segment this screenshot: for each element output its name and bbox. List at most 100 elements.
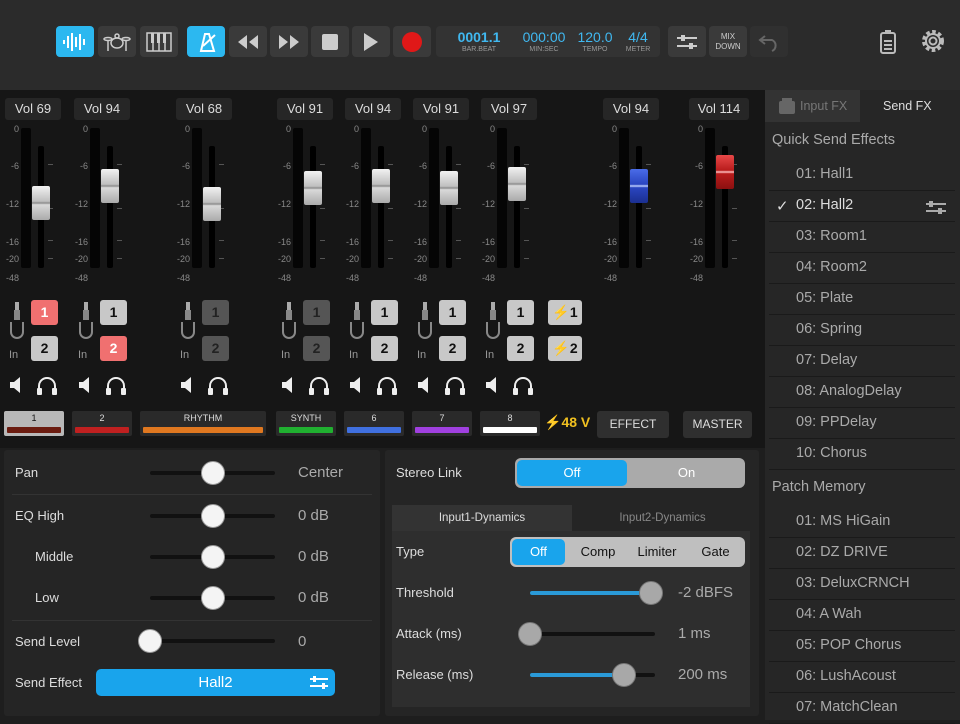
slider-knob[interactable]: [200, 504, 225, 528]
volume-fader-knob[interactable]: [101, 168, 119, 203]
headphones-icon[interactable]: [207, 376, 228, 396]
volume-fader-knob[interactable]: [304, 170, 322, 205]
input-1-button[interactable]: 1: [507, 300, 534, 325]
list-item[interactable]: 04: Room2: [796, 259, 946, 275]
volume-fader-knob[interactable]: [203, 186, 221, 221]
input-2-button[interactable]: 2: [202, 336, 229, 361]
slider-knob[interactable]: [611, 663, 636, 687]
list-item[interactable]: 08: AnalogDelay: [796, 383, 946, 399]
list-item[interactable]: 05: Plate: [796, 290, 946, 306]
tab-input1-dynamics[interactable]: Input1-Dynamics: [392, 505, 572, 531]
input-1-button[interactable]: 1: [303, 300, 330, 325]
channel-select-button[interactable]: 2: [72, 411, 132, 436]
channel-select-button[interactable]: 6: [344, 411, 404, 436]
list-item[interactable]: 04: A Wah: [796, 606, 946, 622]
volume-fader-knob[interactable]: [440, 170, 458, 205]
slider-knob[interactable]: [138, 629, 162, 653]
phantom-48v-indicator[interactable]: ⚡48 V: [544, 414, 590, 431]
speaker-icon[interactable]: [417, 376, 437, 396]
input-2-button[interactable]: 2: [303, 336, 330, 361]
dynamics-type-selector[interactable]: Off Comp Limiter Gate: [510, 537, 745, 567]
channel-select-button[interactable]: 8: [480, 411, 540, 436]
phantom-input-1-button[interactable]: ⚡1: [548, 300, 582, 325]
effect-channel-button[interactable]: EFFECT: [597, 411, 669, 438]
slider-knob[interactable]: [518, 622, 542, 646]
list-item[interactable]: 06: Spring: [796, 321, 946, 337]
stop-button[interactable]: [311, 26, 349, 57]
tab-send-fx[interactable]: Send FX: [860, 90, 960, 122]
input-2-button[interactable]: 2: [507, 336, 534, 361]
type-gate[interactable]: Gate: [688, 537, 743, 567]
list-item[interactable]: 06: LushAcoust: [796, 668, 946, 684]
list-item[interactable]: 01: MS HiGain: [796, 513, 946, 529]
list-item[interactable]: 03: DeluxCRNCH: [796, 575, 946, 591]
list-item[interactable]: 07: MatchClean: [796, 699, 946, 715]
waveform-button[interactable]: [56, 26, 94, 57]
speaker-icon[interactable]: [281, 376, 301, 396]
mixer-settings-button[interactable]: [668, 26, 706, 57]
stereo-link-on[interactable]: On: [630, 458, 743, 488]
tab-input2-dynamics[interactable]: Input2-Dynamics: [575, 505, 750, 531]
metronome-button[interactable]: [187, 26, 225, 57]
list-item[interactable]: 01: Hall1: [796, 166, 946, 182]
mixdown-button[interactable]: MIX DOWN: [709, 26, 747, 57]
type-limiter[interactable]: Limiter: [628, 537, 686, 567]
input-2-button[interactable]: 2: [31, 336, 58, 361]
list-item[interactable]: 09: PPDelay: [796, 414, 946, 430]
speaker-icon[interactable]: [485, 376, 505, 396]
slider-knob[interactable]: [200, 586, 225, 610]
headphones-icon[interactable]: [105, 376, 126, 396]
list-item[interactable]: 02: Hall2: [796, 197, 946, 213]
headphones-icon[interactable]: [36, 376, 57, 396]
headphones-icon[interactable]: [376, 376, 397, 396]
mixer-icon[interactable]: [926, 200, 946, 219]
master-channel-button[interactable]: MASTER: [683, 411, 752, 438]
record-button[interactable]: [393, 26, 431, 57]
speaker-icon[interactable]: [9, 376, 29, 396]
speaker-icon[interactable]: [349, 376, 369, 396]
volume-fader-knob[interactable]: [716, 155, 734, 189]
channel-select-button[interactable]: SYNTH: [276, 411, 336, 436]
input-1-button[interactable]: 1: [439, 300, 466, 325]
volume-fader-knob[interactable]: [630, 168, 648, 203]
list-item[interactable]: 03: Room1: [796, 228, 946, 244]
channel-select-button[interactable]: 7: [412, 411, 472, 436]
rewind-button[interactable]: [229, 26, 267, 57]
volume-fader-knob[interactable]: [32, 186, 50, 221]
type-off[interactable]: Off: [512, 539, 565, 565]
input-1-button[interactable]: 1: [100, 300, 127, 325]
piano-button[interactable]: [140, 26, 178, 57]
volume-fader-knob[interactable]: [508, 166, 526, 201]
input-1-button[interactable]: 1: [371, 300, 398, 325]
phantom-input-2-button[interactable]: ⚡2: [548, 336, 582, 361]
volume-fader-knob[interactable]: [372, 168, 390, 203]
fast-forward-button[interactable]: [270, 26, 308, 57]
stereo-link-toggle[interactable]: Off On: [515, 458, 745, 488]
send-effect-select[interactable]: Hall2: [96, 669, 335, 696]
speaker-icon[interactable]: [180, 376, 200, 396]
list-item[interactable]: 05: POP Chorus: [796, 637, 946, 653]
headphones-icon[interactable]: [512, 376, 533, 396]
slider-knob[interactable]: [200, 545, 225, 569]
input-1-button[interactable]: 1: [202, 300, 229, 325]
gear-icon[interactable]: [920, 28, 946, 59]
tab-input-fx[interactable]: Input FX: [765, 90, 860, 122]
speaker-icon[interactable]: [78, 376, 98, 396]
channel-select-button[interactable]: RHYTHM: [140, 411, 266, 436]
headphones-icon[interactable]: [444, 376, 465, 396]
undo-button[interactable]: [750, 26, 788, 57]
input-2-button[interactable]: 2: [371, 336, 398, 361]
play-button[interactable]: [352, 26, 390, 57]
slider-knob[interactable]: [200, 461, 225, 485]
stereo-link-off[interactable]: Off: [517, 460, 627, 486]
headphones-icon[interactable]: [308, 376, 329, 396]
list-item[interactable]: 10: Chorus: [796, 445, 946, 461]
type-comp[interactable]: Comp: [568, 537, 628, 567]
input-2-button[interactable]: 2: [439, 336, 466, 361]
transport-counter[interactable]: 0001.1 BAR.BEAT 000:00 MIN:SEC 120.0 TEM…: [436, 26, 660, 57]
input-2-button[interactable]: 2: [100, 336, 127, 361]
channel-select-button[interactable]: 1: [4, 411, 64, 436]
input-1-button[interactable]: 1: [31, 300, 58, 325]
list-item[interactable]: 02: DZ DRIVE: [796, 544, 946, 560]
list-item[interactable]: 07: Delay: [796, 352, 946, 368]
